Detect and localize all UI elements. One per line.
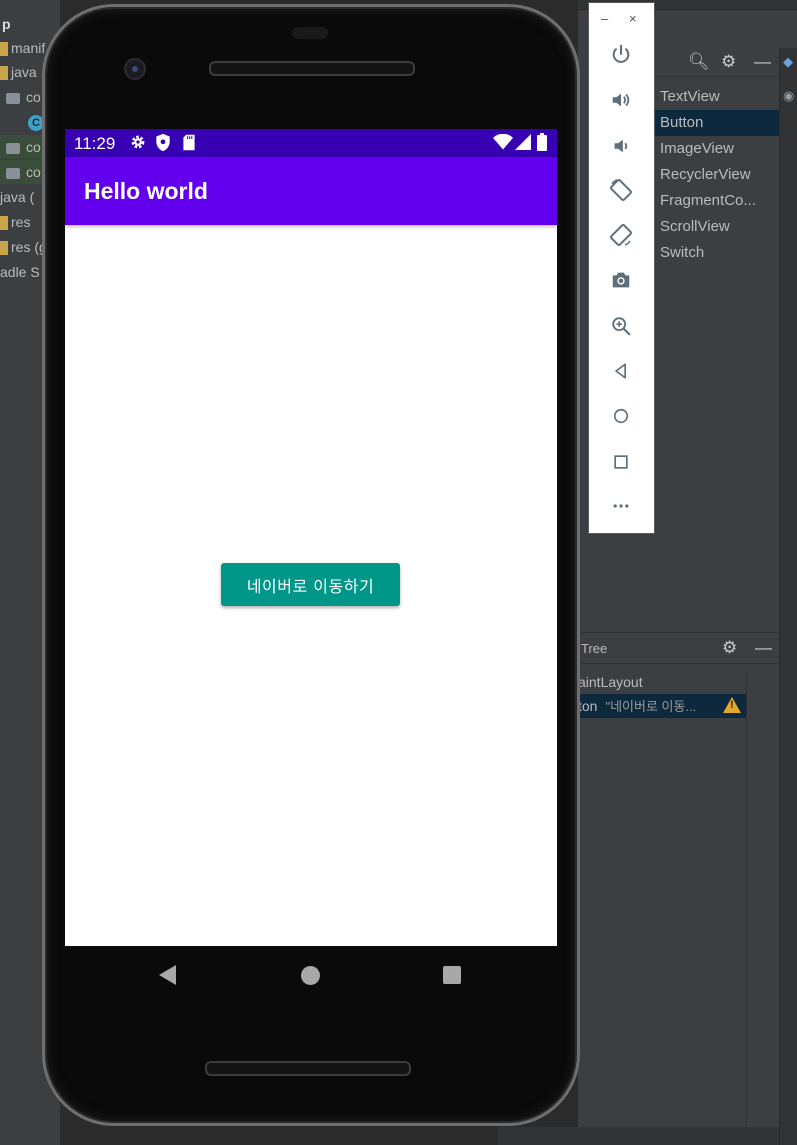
tree-item-java[interactable]: java (0, 60, 37, 84)
palette-item-textview[interactable]: TextView (655, 84, 779, 110)
overview-icon[interactable] (608, 449, 634, 475)
device-screen: 11:29 Hello world 네이버로 이동하기 (65, 129, 557, 946)
tree-item-manifests[interactable]: manif (0, 36, 45, 60)
power-icon[interactable] (608, 41, 634, 67)
component-tree-title: Tree (581, 641, 608, 656)
ide-status-strip (498, 1127, 779, 1145)
nav-home-icon[interactable] (301, 966, 320, 985)
app-bar: Hello world (65, 157, 557, 225)
minimize-window-button[interactable]: – (601, 11, 608, 26)
res-folder-icon (0, 216, 8, 231)
status-time: 11:29 (74, 134, 116, 153)
rotate-left-icon[interactable] (608, 177, 634, 203)
project-root[interactable]: p (2, 12, 11, 36)
shield-icon (155, 133, 171, 157)
more-icon[interactable] (608, 493, 634, 519)
component-text-hint: "네이버로 이동... (605, 699, 697, 714)
app-title: Hello world (84, 178, 208, 204)
warning-icon[interactable]: ! (723, 697, 741, 713)
zoom-icon[interactable] (608, 313, 634, 339)
package-icon (6, 167, 20, 179)
top-speaker (209, 61, 415, 76)
palette-list: TextView Button ImageView RecyclerView F… (655, 84, 779, 266)
volume-down-icon[interactable] (608, 133, 634, 159)
component-tree-row-button[interactable]: ton "네이버로 이동... (578, 694, 746, 718)
battery-icon (537, 133, 547, 156)
panel-divider (746, 670, 747, 1145)
tree-item-gradle-scripts[interactable]: adle S (0, 260, 40, 284)
navigate-naver-button[interactable]: 네이버로 이동하기 (221, 563, 400, 606)
close-window-button[interactable]: × (629, 11, 637, 26)
folder-icon (0, 42, 8, 57)
search-icon[interactable]: 🔍︎ (688, 52, 710, 72)
tree-item-res-generated[interactable]: res (g (0, 235, 47, 259)
gear-icon[interactable]: ⚙ (721, 52, 736, 72)
component-tree-header: Tree ⚙ — (578, 632, 779, 664)
wifi-icon (493, 133, 513, 155)
volume-up-icon[interactable] (608, 87, 634, 113)
minimize-panel-icon[interactable]: — (755, 638, 772, 658)
device-nav-bar (65, 946, 557, 1004)
palette-item-switch[interactable]: Switch (655, 240, 779, 266)
palette-item-recyclerview[interactable]: RecyclerView (655, 162, 779, 188)
package-icon (6, 92, 20, 104)
tree-item-java-generated[interactable]: java ( (0, 185, 34, 209)
component-tree-row-layout[interactable]: aintLayout (578, 670, 746, 694)
bottom-speaker (205, 1061, 411, 1076)
home-icon[interactable] (608, 403, 634, 429)
settings-icon (129, 133, 147, 156)
emulator-toolbar: – × (588, 2, 655, 534)
eye-icon[interactable]: ◉ (783, 88, 795, 103)
nav-recents-icon[interactable] (443, 966, 461, 984)
back-icon[interactable] (608, 358, 634, 384)
camera-icon[interactable] (608, 267, 634, 293)
rotate-right-icon[interactable] (608, 222, 634, 248)
signal-icon (515, 134, 531, 155)
gear-icon[interactable]: ⚙ (722, 638, 737, 658)
front-camera (124, 58, 146, 80)
palette-header: 🔍︎ ⚙ — (655, 48, 797, 77)
sd-card-icon (182, 134, 196, 156)
res-folder-icon (0, 241, 8, 256)
package-icon (6, 142, 20, 154)
palette-item-imageview[interactable]: ImageView (655, 136, 779, 162)
status-bar: 11:29 (65, 129, 557, 157)
tree-item-res[interactable]: res (0, 210, 30, 234)
folder-icon (0, 66, 8, 81)
palette-item-fragmentcontainer[interactable]: FragmentCo... (655, 188, 779, 214)
nav-back-icon[interactable] (159, 965, 176, 985)
palette-item-scrollview[interactable]: ScrollView (655, 214, 779, 240)
tree-item-package[interactable]: co (6, 85, 41, 109)
proximity-sensor (292, 27, 328, 39)
minimize-panel-icon[interactable]: — (754, 52, 771, 72)
right-tool-strip: ◆ ◉ (779, 48, 797, 1145)
layers-icon[interactable]: ◆ (783, 54, 795, 69)
palette-item-button[interactable]: Button (655, 110, 779, 136)
